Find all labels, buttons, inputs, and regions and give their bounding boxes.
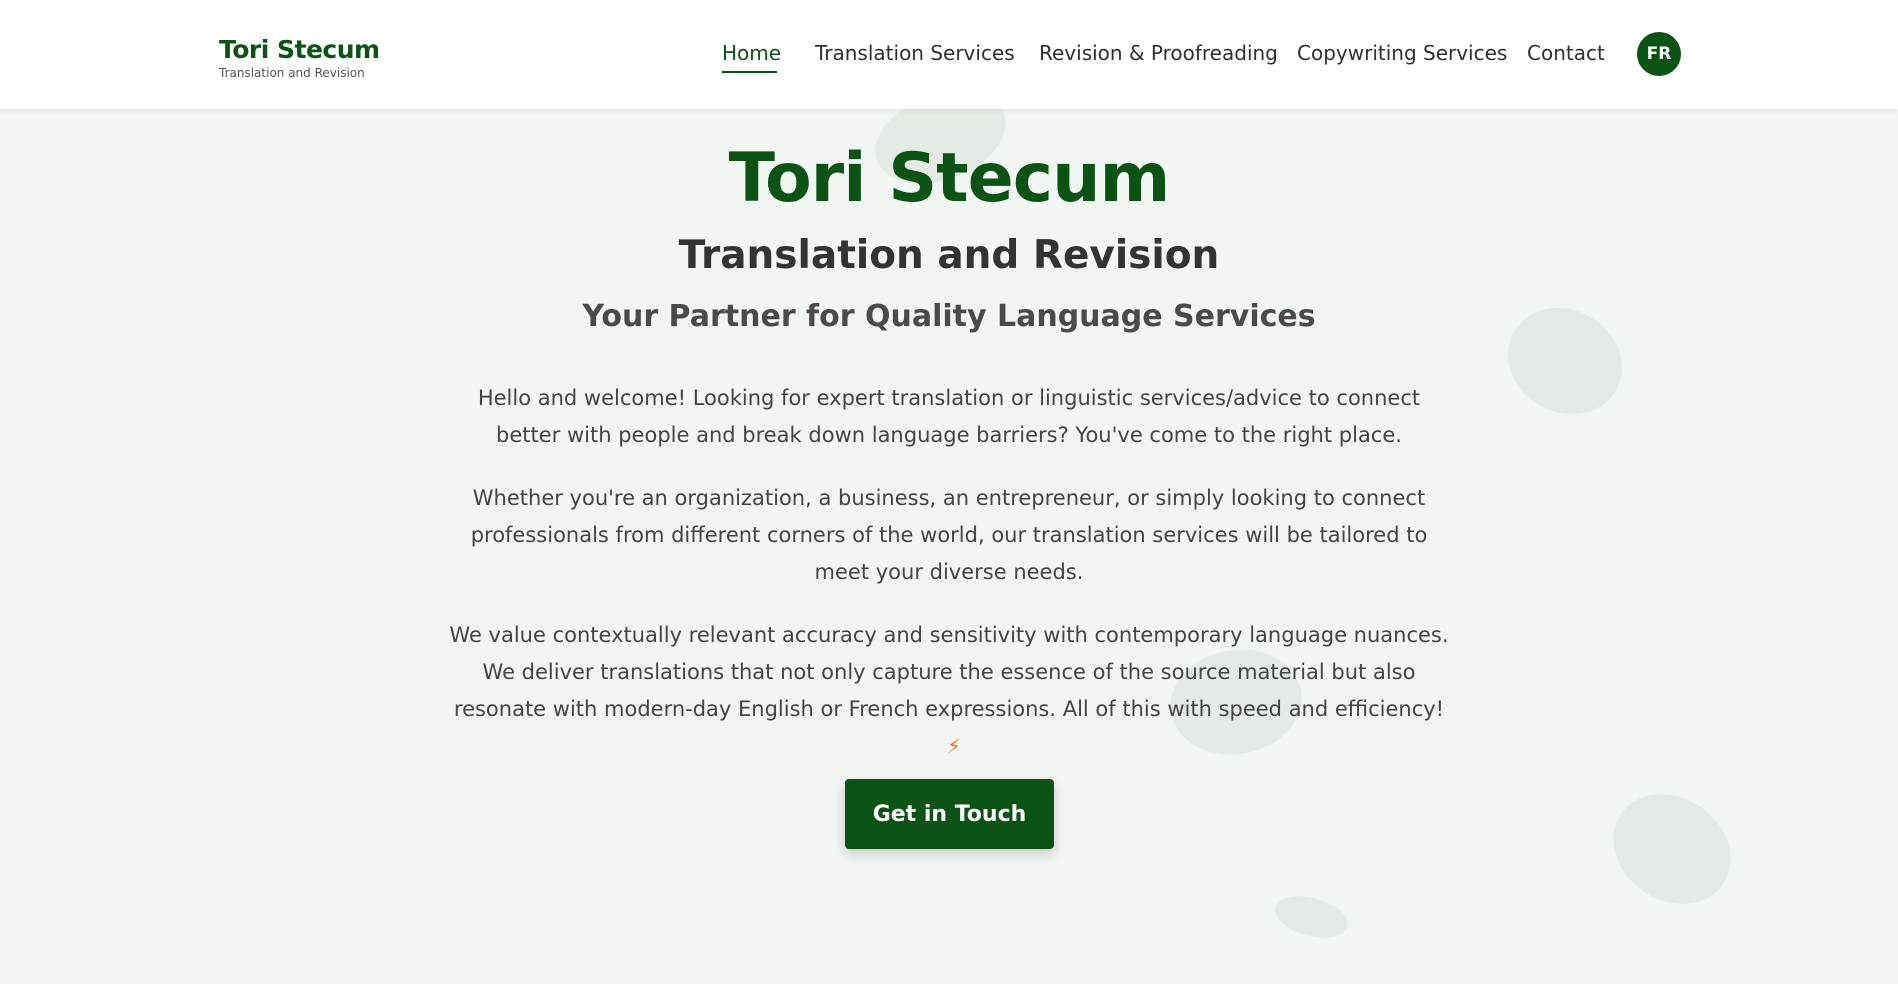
hero-section: Tori Stecum Translation and Revision You… — [0, 109, 1898, 984]
audience-paragraph-text: Whether you're an organization, a busine… — [470, 486, 1428, 584]
get-in-touch-button[interactable]: Get in Touch — [845, 779, 1054, 849]
nav-item-contact[interactable]: Contact — [1527, 40, 1605, 66]
language-toggle-button[interactable]: FR — [1637, 32, 1681, 76]
intro-paragraph: Hello and welcome! Looking for expert tr… — [446, 380, 1452, 454]
lightning-bolt-icon: ⚡︎ — [946, 734, 962, 758]
site-header: Tori Stecum Translation and Revision Hom… — [0, 0, 1898, 109]
audience-paragraph: Whether you're an organization, a busine… — [446, 480, 1452, 591]
nav-item-home[interactable]: Home — [722, 40, 781, 66]
values-paragraph: We value contextually relevant accuracy … — [446, 617, 1452, 765]
hero-subtitle: Translation and Revision — [678, 233, 1220, 278]
hero-title: Tori Stecum — [728, 139, 1171, 218]
nav-item-revision-proofreading[interactable]: Revision & Proofreading — [1039, 40, 1278, 66]
intro-paragraph-text: Hello and welcome! Looking for expert tr… — [477, 386, 1421, 447]
hero-tagline: Your Partner for Quality Language Servic… — [582, 299, 1316, 334]
nav-item-translation-services[interactable]: Translation Services — [815, 40, 1015, 66]
nav-item-copywriting-services[interactable]: Copywriting Services — [1297, 40, 1507, 66]
values-paragraph-text: We value contextually relevant accuracy … — [449, 623, 1449, 721]
main-nav: Home Translation Services Revision & Pro… — [0, 40, 1898, 73]
active-nav-underline — [722, 71, 777, 73]
